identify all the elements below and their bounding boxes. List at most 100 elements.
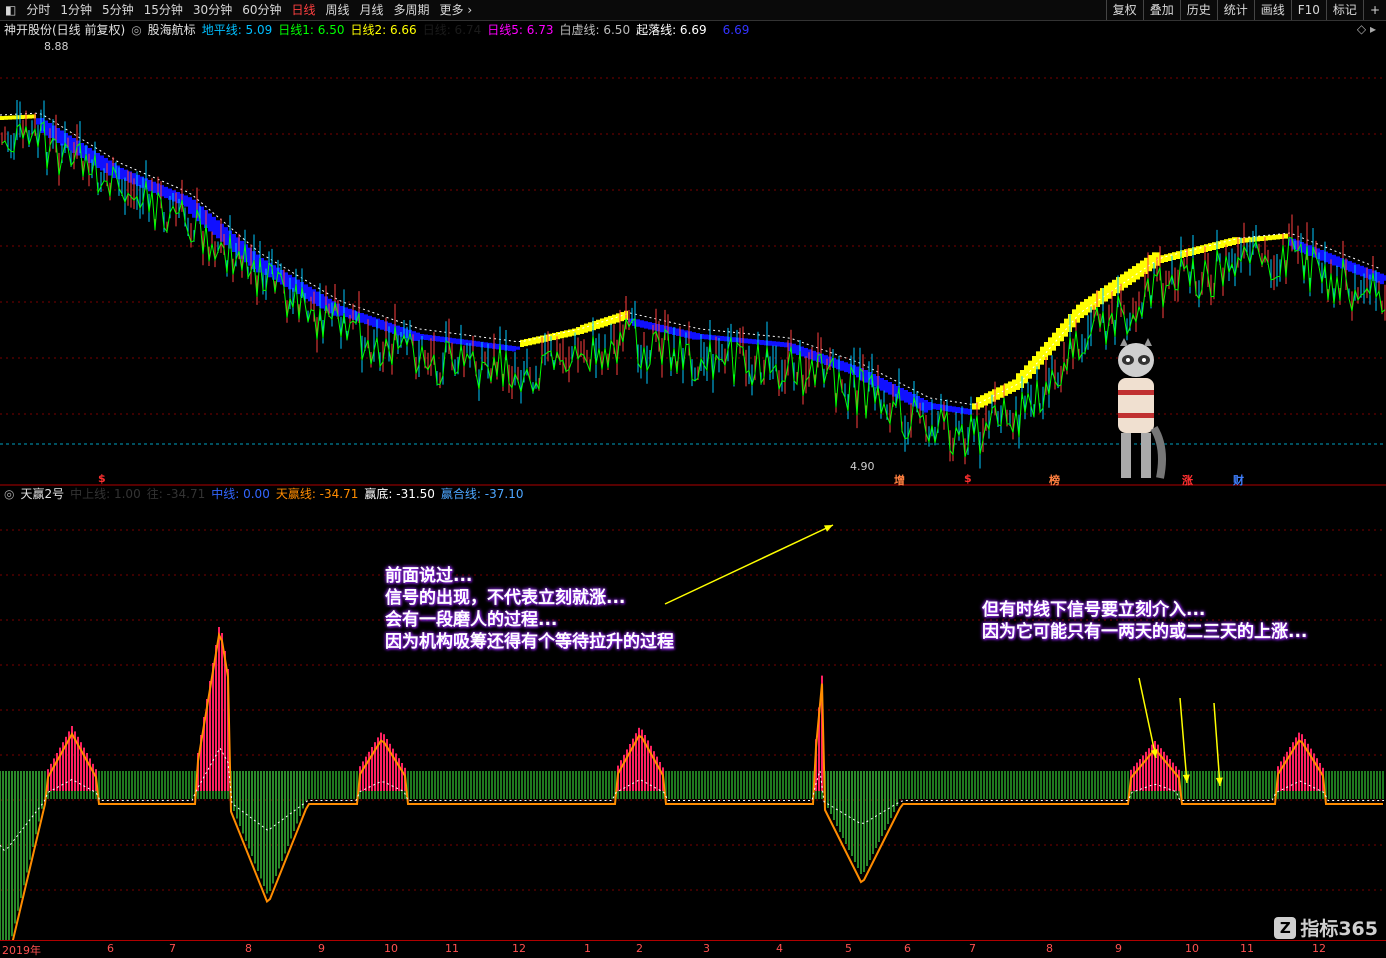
- ma-band-segment: [792, 343, 796, 354]
- tab-weekly[interactable]: 周线: [321, 0, 355, 20]
- toolbar-icon[interactable]: ◧: [0, 0, 21, 20]
- ma-band-segment: [600, 318, 604, 328]
- ma-band-segment: [1360, 265, 1364, 277]
- ma-band-segment: [1196, 246, 1200, 254]
- ma-band-segment: [1160, 255, 1164, 263]
- ma-band-segment: [512, 345, 516, 352]
- period-toolbar: ◧ 分时 1分钟 5分钟 15分钟 30分钟 60分钟 日线 周线 月线 多周期…: [0, 0, 1386, 21]
- ma-band-segment: [1164, 254, 1168, 262]
- tab-monthly[interactable]: 月线: [355, 0, 389, 20]
- ma-band-segment: [768, 340, 772, 346]
- annotation-right: 但有时线下信号要立刻介入... 因为它可能只有一两天的或二三天的上涨...: [982, 599, 1307, 643]
- diamond-icon[interactable]: ◇ ▸: [1357, 22, 1376, 36]
- ma-band-segment: [184, 195, 188, 207]
- ma-band-segment: [1256, 236, 1260, 242]
- ma-band-segment: [1188, 248, 1192, 256]
- history-button[interactable]: 历史: [1179, 0, 1217, 20]
- yellow-arrow: [664, 524, 834, 605]
- ma-band-segment: [724, 336, 728, 342]
- ma-band-segment: [880, 378, 884, 391]
- stock-title: 神开股份(日线 前复权): [4, 23, 126, 37]
- ma-band-segment: [436, 336, 440, 342]
- time-label: 10: [384, 942, 398, 955]
- overlay-button[interactable]: 叠加: [1142, 0, 1180, 20]
- ma-band-segment: [952, 406, 956, 413]
- draw-button[interactable]: 画线: [1253, 0, 1291, 20]
- collapse-icon[interactable]: ◎: [131, 22, 141, 38]
- tab-more[interactable]: 更多 ›: [435, 0, 478, 20]
- tab-fenshi[interactable]: 分时: [21, 0, 55, 20]
- high-price-label: 8.88: [44, 40, 69, 53]
- ma-band-segment: [1136, 263, 1140, 280]
- ma-band-segment: [696, 333, 700, 340]
- ma-band-segment: [416, 332, 420, 341]
- tab-multi-period[interactable]: 多周期: [389, 0, 435, 20]
- ma-band-segment: [1200, 245, 1204, 253]
- ma-band-segment: [660, 324, 664, 333]
- mark-button[interactable]: 标记: [1325, 0, 1363, 20]
- signal-marker: $: [964, 472, 972, 485]
- tab-15min[interactable]: 15分钟: [139, 0, 188, 20]
- ma-band-segment: [1124, 271, 1128, 288]
- ma-band-segment: [60, 130, 64, 146]
- ma-band-segment: [608, 315, 612, 326]
- ma-band-segment: [0, 116, 4, 120]
- legend-day1: 日线1: 6.50: [278, 23, 345, 37]
- time-label: 7: [969, 942, 976, 955]
- ma-band-segment: [1112, 279, 1116, 296]
- ma-band-segment: [456, 338, 460, 345]
- time-label: 3: [703, 942, 710, 955]
- time-label: 7: [169, 942, 176, 955]
- main-kline-chart[interactable]: [0, 38, 1386, 488]
- ma-band-segment: [948, 405, 952, 412]
- ma-band-segment: [904, 390, 908, 403]
- ma-band-segment: [1140, 260, 1144, 277]
- ma-band-segment: [380, 320, 384, 330]
- time-label: 11: [1240, 942, 1254, 955]
- ma-band-segment: [936, 403, 940, 410]
- ma-band-segment: [1336, 256, 1340, 268]
- ma-band-segment: [1028, 360, 1032, 379]
- tab-1min[interactable]: 1分钟: [55, 0, 97, 20]
- ma-band-segment: [1128, 268, 1132, 285]
- yellow-arrow: [1179, 697, 1188, 784]
- ma-band-segment: [908, 392, 912, 405]
- ma-band-segment: [12, 115, 16, 120]
- tab-60min[interactable]: 60分钟: [237, 0, 286, 20]
- ma-band-segment: [164, 186, 168, 199]
- indicator-name[interactable]: 股海航标: [148, 22, 196, 38]
- tab-30min[interactable]: 30分钟: [188, 0, 237, 20]
- f10-button[interactable]: F10: [1290, 0, 1326, 20]
- ma-band-segment: [8, 115, 12, 120]
- ma-band-segment: [576, 327, 580, 335]
- signal-marker: 增: [894, 474, 905, 487]
- ma-band-segment: [1108, 282, 1112, 299]
- ma-band-segment: [1048, 337, 1052, 356]
- time-label: 8: [1046, 942, 1053, 955]
- ma-band-segment: [20, 115, 24, 119]
- ma-band-segment: [668, 326, 672, 335]
- restore-rights-button[interactable]: 复权: [1105, 0, 1143, 20]
- ma-band-segment: [316, 291, 320, 307]
- ma-band-segment: [596, 319, 600, 329]
- logo-icon: Z: [1274, 916, 1297, 939]
- legend-white-dash: 白虚线: 6.50: [559, 23, 631, 37]
- ma-band-segment: [588, 322, 592, 332]
- ma-band-segment: [1104, 285, 1108, 302]
- oscillator-chart[interactable]: [0, 500, 1386, 940]
- signal-marker: 榜: [1049, 474, 1060, 487]
- ma-band-segment: [644, 321, 648, 329]
- toolbar-right: 复权 叠加 历史 统计 画线 F10 标记 +: [1105, 0, 1386, 20]
- tab-5min[interactable]: 5分钟: [97, 0, 139, 20]
- tab-daily[interactable]: 日线: [286, 0, 320, 20]
- ma-band-segment: [772, 341, 776, 347]
- ma-band-segment: [520, 339, 524, 347]
- annotation-left: 前面说过... 信号的出现，不代表立刻就涨... 会有一段磨人的过程... 因为…: [385, 565, 674, 653]
- ma-band-segment: [508, 345, 512, 351]
- annotation-line: 信号的出现，不代表立刻就涨...: [385, 588, 626, 608]
- ma-band-segment: [1260, 236, 1264, 241]
- ma-band-segment: [612, 314, 616, 324]
- ma-band-segment: [1276, 234, 1280, 240]
- add-button[interactable]: +: [1362, 0, 1386, 20]
- stats-button[interactable]: 统计: [1216, 0, 1254, 20]
